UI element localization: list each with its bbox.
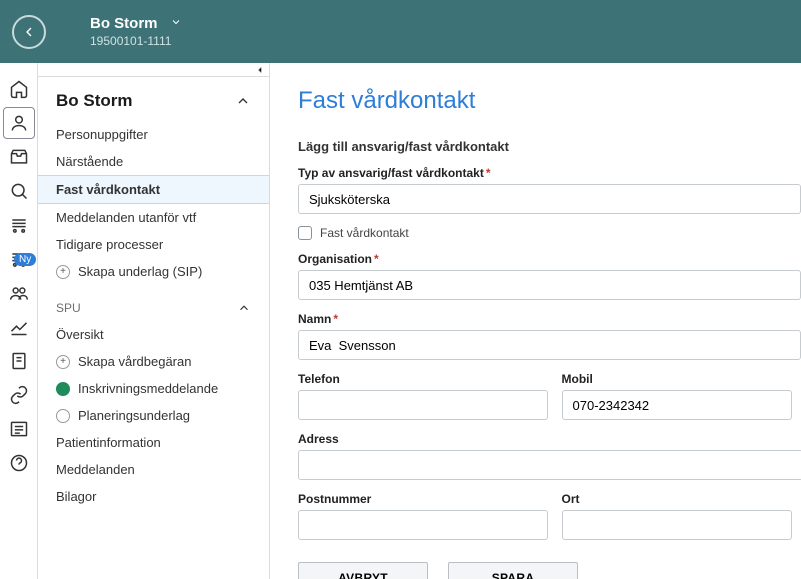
sidebar-item-label: Meddelanden utanför vtf	[56, 210, 196, 225]
sidebar-item-planeringsunderlag[interactable]: Planeringsunderlag	[38, 402, 269, 429]
people-icon	[9, 283, 29, 303]
sidebar-collapse[interactable]	[38, 63, 269, 77]
sidebar-spu-title: SPU	[56, 301, 81, 315]
status-dot-icon	[56, 409, 70, 423]
sidebar-section-spu[interactable]: SPU	[38, 285, 269, 321]
sidebar-item-skapa-underlag-sip[interactable]: Skapa underlag (SIP)	[38, 258, 269, 285]
chevron-left-icon	[255, 65, 265, 75]
person-icon	[9, 113, 29, 133]
sidebar-item-fast-vardkontakt[interactable]: Fast vårdkontakt	[38, 175, 269, 204]
patient-id: 19500101-1111	[90, 34, 182, 48]
home-icon	[9, 79, 29, 99]
rail-doc[interactable]	[3, 345, 35, 377]
chart-icon	[9, 317, 29, 337]
namn-input[interactable]	[298, 330, 801, 360]
sidebar-item-label: Närstående	[56, 154, 123, 169]
rail-inbox[interactable]	[3, 141, 35, 173]
ort-input[interactable]	[562, 510, 792, 540]
label-mobil: Mobil	[562, 372, 801, 386]
document-icon	[9, 351, 29, 371]
rail-patient[interactable]	[3, 107, 35, 139]
organisation-input[interactable]	[298, 270, 801, 300]
adress-input[interactable]	[298, 450, 801, 480]
sidebar-item-label: Bilagor	[56, 489, 96, 504]
sidebar-item-label: Personuppgifter	[56, 127, 148, 142]
sidebar-item-patientinformation[interactable]: Patientinformation	[38, 429, 269, 456]
rail-home[interactable]	[3, 73, 35, 105]
chevron-up-icon	[235, 93, 251, 109]
label-postnummer: Postnummer	[298, 492, 538, 506]
arrow-left-icon	[21, 24, 37, 40]
sidebar-item-label: Skapa underlag (SIP)	[78, 264, 202, 279]
mobil-input[interactable]	[562, 390, 792, 420]
sidebar-item-personuppgifter[interactable]: Personuppgifter	[38, 121, 269, 148]
sidebar-item-label: Fast vårdkontakt	[56, 182, 160, 197]
label-adress: Adress	[298, 432, 801, 446]
sidebar-item-skapa-vardbegaran[interactable]: Skapa vårdbegäran	[38, 348, 269, 375]
sidebar: Bo Storm Personuppgifter Närstående Fast…	[38, 63, 270, 579]
sidebar-item-oversikt[interactable]: Översikt	[38, 321, 269, 348]
rail-reports[interactable]	[3, 311, 35, 343]
back-button[interactable]	[12, 15, 46, 49]
label-organisation: Organisation*	[298, 252, 801, 266]
sidebar-item-label: Inskrivningsmeddelande	[78, 381, 218, 396]
checkbox-icon	[298, 226, 312, 240]
rail-cart-1[interactable]	[3, 209, 35, 241]
label-namn: Namn*	[298, 312, 801, 326]
save-button[interactable]: SPARA	[448, 562, 578, 579]
postnummer-input[interactable]	[298, 510, 548, 540]
rail-link[interactable]	[3, 379, 35, 411]
sidebar-item-meddelanden[interactable]: Meddelanden	[38, 456, 269, 483]
sidebar-item-meddelanden-utanfor[interactable]: Meddelanden utanför vtf	[38, 204, 269, 231]
patient-name: Bo Storm	[90, 15, 158, 32]
help-icon	[9, 453, 29, 473]
cancel-button[interactable]: AVBRYT	[298, 562, 428, 579]
checkbox-label: Fast vårdkontakt	[320, 226, 409, 240]
fast-vardkontakt-checkbox-row[interactable]: Fast vårdkontakt	[298, 226, 801, 240]
page-title: Fast vårdkontakt	[298, 87, 801, 115]
sidebar-item-label: Patientinformation	[56, 435, 161, 450]
telefon-input[interactable]	[298, 390, 548, 420]
search-icon	[9, 181, 29, 201]
sidebar-item-label: Planeringsunderlag	[78, 408, 190, 423]
form-lead: Lägg till ansvarig/fast vårdkontakt	[298, 139, 801, 154]
patient-header: Bo Storm 19500101-1111	[90, 15, 182, 48]
patient-menu-toggle[interactable]	[170, 16, 182, 31]
new-badge: Ny	[14, 253, 36, 266]
sidebar-item-label: Översikt	[56, 327, 104, 342]
status-dot-icon	[56, 382, 70, 396]
sidebar-item-label: Tidigare processer	[56, 237, 163, 252]
rail-help[interactable]	[3, 447, 35, 479]
link-icon	[9, 385, 29, 405]
main-content: Fast vårdkontakt Lägg till ansvarig/fast…	[270, 63, 801, 579]
plus-icon	[56, 265, 70, 279]
rail-search[interactable]	[3, 175, 35, 207]
icon-rail: Ny	[0, 63, 38, 579]
sidebar-item-label: Skapa vårdbegäran	[78, 354, 191, 369]
sidebar-item-bilagor[interactable]: Bilagor	[38, 483, 269, 510]
inbox-icon	[9, 147, 29, 167]
sidebar-item-tidigare-processer[interactable]: Tidigare processer	[38, 231, 269, 258]
chevron-up-icon	[237, 301, 251, 315]
sidebar-section-patient[interactable]: Bo Storm	[38, 91, 269, 121]
sidebar-item-inskrivningsmeddelande[interactable]: Inskrivningsmeddelande	[38, 375, 269, 402]
top-bar: Bo Storm 19500101-1111	[0, 0, 801, 63]
type-select[interactable]	[298, 184, 801, 214]
plus-icon	[56, 355, 70, 369]
label-type: Typ av ansvarig/fast vårdkontakt*	[298, 166, 801, 180]
rail-people[interactable]	[3, 277, 35, 309]
sidebar-item-narstaende[interactable]: Närstående	[38, 148, 269, 175]
sidebar-section-title: Bo Storm	[56, 91, 133, 111]
cart-icon	[9, 215, 29, 235]
label-ort: Ort	[562, 492, 801, 506]
chevron-down-icon	[170, 16, 182, 28]
sidebar-item-label: Meddelanden	[56, 462, 135, 477]
rail-news[interactable]	[3, 413, 35, 445]
label-telefon: Telefon	[298, 372, 538, 386]
news-icon	[9, 419, 29, 439]
